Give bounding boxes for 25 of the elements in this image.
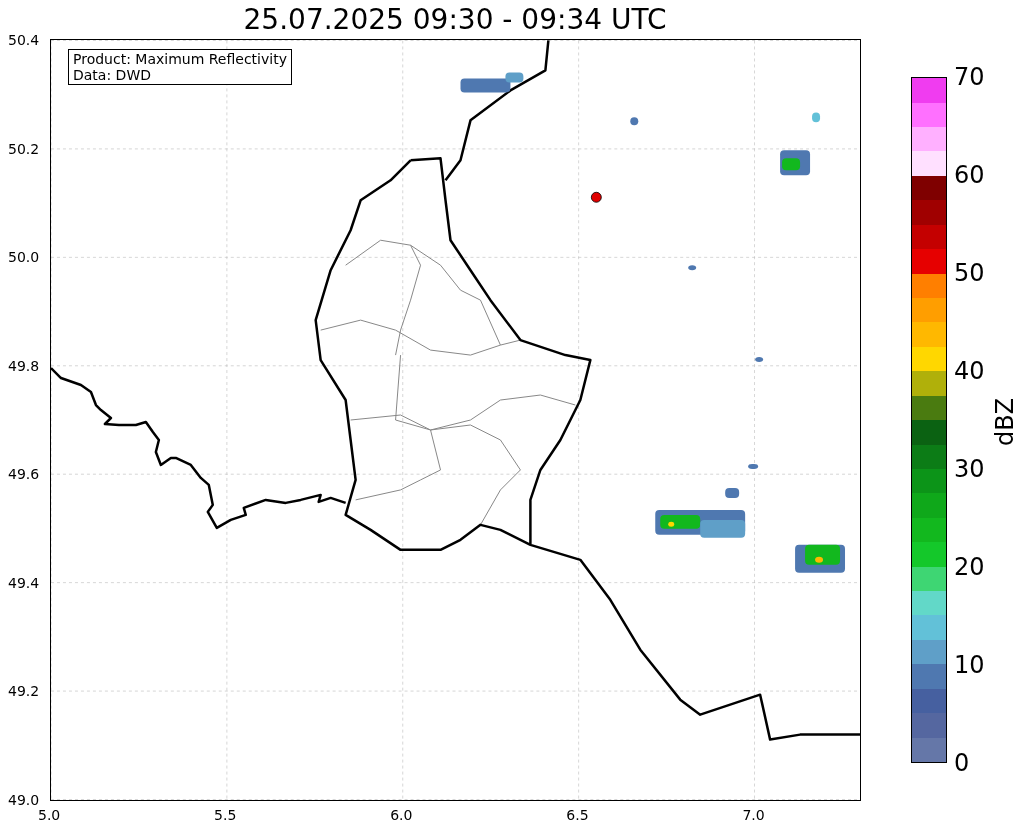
colorbar-tick-label: 10 (954, 653, 985, 677)
y-tick-label: 50.2 (8, 141, 40, 156)
colorbar-tick-label: 70 (954, 65, 985, 89)
colorbar-label: dBZ (993, 397, 1017, 447)
y-tick-label: 49.6 (8, 467, 40, 482)
y-tick-label: 49.2 (8, 684, 40, 699)
y-tick-label: 50.0 (8, 250, 40, 265)
x-tick-label: 7.0 (742, 808, 765, 822)
y-tick-label: 49.8 (8, 358, 40, 373)
colorbar-tick-label: 0 (954, 751, 970, 775)
x-tick-label: 5.5 (214, 808, 237, 822)
legend-text: Product: Maximum Reflectivity (73, 51, 287, 67)
colorbar-tick-label: 30 (954, 457, 985, 481)
y-tick-label: 49.0 (8, 793, 40, 807)
x-tick-label: 6.5 (566, 808, 589, 822)
legend-text: Data: DWD (73, 67, 152, 83)
chart-title: 25.07.2025 09:30 - 09:34 UTC (243, 6, 667, 34)
y-tick-label: 50.4 (8, 33, 40, 47)
y-tick-label: 49.4 (8, 575, 40, 590)
colorbar-tick-label: 50 (954, 261, 985, 285)
colorbar-tick-label: 60 (954, 163, 985, 187)
x-tick-label: 5.0 (38, 808, 61, 822)
colorbar-tick-label: 20 (954, 555, 985, 579)
colorbar-tick-label: 40 (954, 359, 985, 383)
x-tick-label: 6.0 (390, 808, 413, 822)
